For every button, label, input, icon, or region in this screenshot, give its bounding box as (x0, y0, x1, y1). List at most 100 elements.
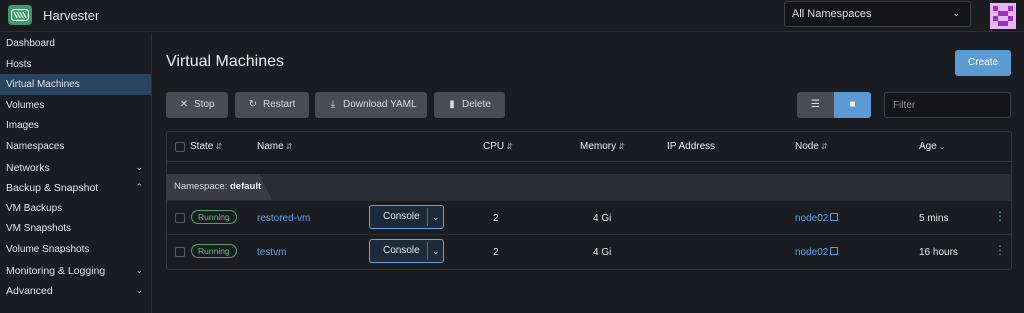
sidebar-item-images[interactable]: Images (0, 115, 151, 136)
cpu-value: 2 (493, 213, 499, 224)
sidebar-item-hosts[interactable]: Hosts (0, 54, 151, 75)
vm-name-link[interactable]: testvm (257, 247, 286, 258)
cpu-value: 2 (493, 247, 499, 258)
sidebar-item-label: Advanced (6, 285, 53, 298)
row-checkbox[interactable] (175, 247, 185, 257)
vm-name-link[interactable]: restored-vm (257, 213, 310, 224)
delete-button-label: Delete (462, 99, 491, 110)
table-row[interactable]: Running restored-vm Console ⌄ 2 4 Gi nod… (167, 200, 1011, 234)
folder-view-icon[interactable]: ■ (834, 92, 871, 118)
sort-down-icon: ⌄ (938, 142, 946, 151)
column-header-node[interactable]: Node ⇵ (795, 141, 828, 152)
stop-button-label: Stop (194, 99, 215, 110)
select-all-checkbox[interactable] (175, 142, 185, 152)
sidebar: Dashboard Hosts Virtual Machines Volumes… (0, 33, 152, 313)
node-link[interactable]: node02 (795, 213, 839, 224)
chevron-up-icon: ⌃ (135, 182, 143, 193)
chevron-down-icon: ⌄ (952, 8, 960, 18)
column-header-memory[interactable]: Memory ⇵ (580, 141, 625, 152)
chevron-down-icon: ⌄ (135, 161, 143, 172)
restart-button[interactable]: ↻ Restart (235, 92, 309, 118)
sidebar-item-vm-snapshots[interactable]: VM Snapshots (0, 218, 151, 239)
app-title: Harvester (43, 8, 100, 23)
more-actions-icon[interactable]: ⋮ (994, 210, 1006, 222)
view-toggle: ☰ ■ (797, 92, 871, 118)
harvester-logo-icon[interactable] (8, 5, 32, 25)
age-value: 5 mins (919, 213, 949, 224)
status-badge: Running (191, 210, 237, 224)
sidebar-group-networks[interactable]: Networks ⌄ (0, 157, 151, 178)
namespace-select-value: All Namespaces (792, 8, 872, 20)
filter-input[interactable] (884, 92, 1011, 118)
sidebar-item-dashboard[interactable]: Dashboard (0, 33, 151, 54)
main-content: Virtual Machines Create ✕ Stop ↻ Restart ⤓… (153, 33, 1024, 313)
trash-icon: ▮ (449, 99, 455, 110)
namespace-group-row: Namespace: default (167, 174, 1011, 200)
download-yaml-label: Download YAML (343, 99, 417, 110)
sidebar-item-volumes[interactable]: Volumes (0, 95, 151, 116)
refresh-icon: ↻ (248, 99, 258, 110)
sidebar-item-label: Networks (6, 161, 50, 174)
sidebar-item-label: Monitoring & Logging (6, 264, 106, 277)
sidebar-item-label: Volume Snapshots (6, 243, 90, 255)
delete-button[interactable]: ▮ Delete (434, 92, 505, 118)
sort-icon: ⇵ (506, 142, 513, 151)
vm-table: State ⇵ Name ⇵ CPU ⇵ Memory ⇵ IP Address Nod… (166, 131, 1012, 270)
table-header: State ⇵ Name ⇵ CPU ⇵ Memory ⇵ IP Address Nod… (167, 132, 1011, 162)
sidebar-item-label: Dashboard (6, 38, 55, 49)
console-button[interactable]: Console ⌄ (369, 239, 444, 263)
download-icon: ⤓ (330, 99, 336, 110)
sidebar-item-label: Namespaces (6, 140, 65, 152)
sidebar-item-label: Virtual Machines (6, 79, 80, 91)
chevron-down-icon: ⌄ (432, 212, 440, 222)
sort-icon: ⇵ (820, 142, 828, 151)
sidebar-item-label: VM Snapshots (6, 223, 72, 235)
chevron-down-icon: ⌄ (135, 285, 143, 296)
page-title: Virtual Machines (166, 53, 284, 70)
sidebar-item-volume-snapshots[interactable]: Volume Snapshots (0, 239, 151, 260)
chevron-down-icon: ⌄ (432, 246, 440, 256)
sidebar-item-label: Volumes (6, 99, 45, 111)
column-header-name[interactable]: Name ⇵ (257, 141, 292, 152)
sidebar-group-advanced[interactable]: Advanced ⌄ (0, 280, 151, 301)
namespace-group-label: Namespace: default (174, 181, 262, 192)
sort-icon: ⇵ (215, 142, 223, 151)
status-badge: Running (191, 244, 237, 258)
user-avatar[interactable] (990, 3, 1016, 29)
column-header-cpu[interactable]: CPU ⇵ (483, 141, 513, 152)
list-view-icon[interactable]: ☰ (797, 92, 834, 118)
sidebar-item-label: Hosts (6, 58, 32, 70)
sidebar-group-backup-snapshot[interactable]: Backup & Snapshot ⌃ (0, 177, 151, 198)
namespace-select[interactable]: All Namespaces ⌄ (784, 1, 971, 27)
sidebar-group-monitoring-logging[interactable]: Monitoring & Logging ⌄ (0, 260, 151, 281)
sidebar-item-virtual-machines[interactable]: Virtual Machines (0, 74, 151, 95)
node-link[interactable]: node02 (795, 247, 839, 258)
sidebar-item-label: VM Backups (6, 202, 63, 214)
sidebar-item-vm-backups[interactable]: VM Backups (0, 198, 151, 219)
console-button[interactable]: Console ⌄ (369, 205, 444, 229)
create-button[interactable]: Create (955, 50, 1011, 76)
column-header-state[interactable]: State ⇵ (190, 141, 222, 152)
sort-icon: ⇵ (618, 142, 625, 151)
namespace-group-name: default (229, 181, 262, 192)
more-actions-icon[interactable]: ⋮ (994, 244, 1006, 256)
column-header-age[interactable]: Age ⌄ (919, 141, 946, 152)
sidebar-item-namespaces[interactable]: Namespaces (0, 136, 151, 157)
row-checkbox[interactable] (175, 213, 185, 223)
memory-value: 4 Gi (593, 213, 612, 224)
top-bar: Harvester All Namespaces ⌄ (0, 0, 1024, 32)
age-value: 16 hours (919, 247, 958, 258)
restart-button-label: Restart (263, 99, 296, 110)
sort-icon: ⇵ (285, 142, 293, 151)
copy-icon[interactable] (830, 247, 839, 255)
chevron-down-icon: ⌄ (135, 264, 143, 275)
table-row[interactable]: Running testvm Console ⌄ 2 4 Gi node02 1… (167, 234, 1011, 268)
sidebar-item-label: Images (6, 120, 39, 132)
close-icon: ✕ (179, 99, 189, 110)
memory-value: 4 Gi (593, 247, 612, 258)
column-header-ip-address: IP Address (667, 141, 716, 152)
stop-button[interactable]: ✕ Stop (166, 92, 228, 118)
download-yaml-button[interactable]: ⤓ Download YAML (315, 92, 427, 118)
copy-icon[interactable] (830, 213, 839, 221)
sidebar-item-label: Backup & Snapshot (6, 182, 99, 195)
